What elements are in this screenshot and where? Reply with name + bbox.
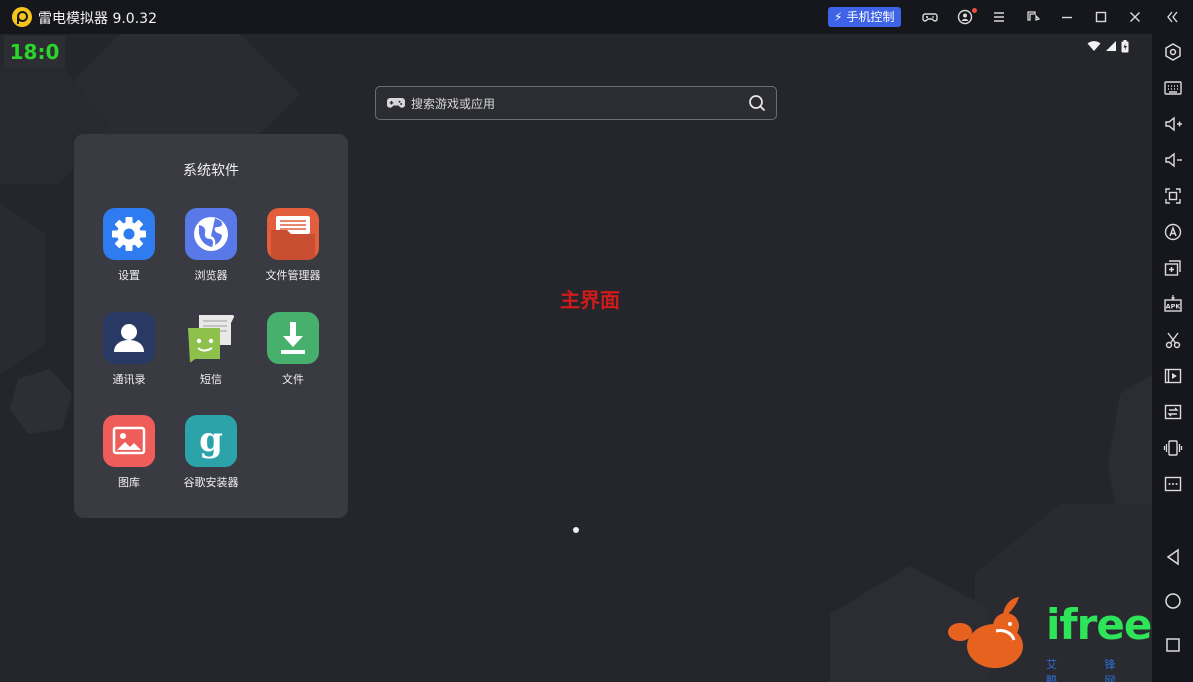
maximize-icon[interactable]: [1091, 7, 1111, 27]
app-settings[interactable]: 设置: [84, 208, 174, 298]
apk-install-icon[interactable]: APK: [1162, 293, 1184, 315]
search-input[interactable]: [411, 94, 731, 114]
gamepad-icon[interactable]: [920, 7, 940, 27]
volume-down-icon[interactable]: [1162, 149, 1184, 171]
app-label: 通讯录: [112, 373, 146, 386]
svg-text:APK: APK: [1166, 303, 1182, 311]
volume-up-icon[interactable]: [1162, 113, 1184, 135]
collapse-icon[interactable]: [1162, 7, 1182, 27]
app-file-manager[interactable]: 文件管理器: [248, 208, 338, 298]
battery-icon: [1121, 40, 1129, 53]
home-icon[interactable]: [1162, 590, 1184, 612]
app-label: 文件: [282, 373, 304, 386]
phone-control-button[interactable]: ⚡ 手机控制: [828, 7, 902, 27]
app-browser[interactable]: 浏览器: [166, 208, 256, 298]
app-label: 谷歌安装器: [183, 476, 239, 489]
recent-apps-icon[interactable]: [1162, 634, 1184, 656]
sync-icon[interactable]: [1162, 401, 1184, 423]
download-icon: [267, 312, 319, 364]
folder-title: 系统软件: [183, 163, 239, 179]
record-icon[interactable]: [1162, 365, 1184, 387]
screenshot-icon[interactable]: [1162, 185, 1184, 207]
app-logo-icon: [12, 7, 32, 27]
annotation-label: 主界面: [560, 288, 620, 312]
app-label: 文件管理器: [265, 269, 321, 282]
scissors-icon[interactable]: [1162, 329, 1184, 351]
more-icon[interactable]: [1162, 473, 1184, 495]
menu-icon[interactable]: [989, 7, 1009, 27]
wifi-icon: [1087, 41, 1101, 51]
contact-icon: [103, 312, 155, 364]
restore-icon[interactable]: [1023, 7, 1043, 27]
message-icon: [185, 312, 237, 364]
keyboard-icon[interactable]: [1162, 77, 1184, 99]
minimize-icon[interactable]: [1057, 7, 1077, 27]
google-installer-icon: g: [185, 415, 237, 467]
app-gallery[interactable]: 图库: [84, 415, 174, 505]
title-bar: 雷电模拟器 9.0.32 ⚡ 手机控制: [0, 0, 1193, 34]
emulator-screen[interactable]: 18:0 系统软件 设置 浏览器: [0, 34, 1152, 682]
gallery-icon: [103, 415, 155, 467]
app-contacts[interactable]: 通讯录: [84, 312, 174, 402]
app-title: 雷电模拟器 9.0.32: [38, 11, 157, 27]
svg-text:g: g: [199, 420, 223, 460]
search-bar[interactable]: [375, 86, 777, 120]
app-label: 设置: [118, 269, 140, 282]
app-folder: 系统软件 设置 浏览器 文件管理器 通讯录 短信 文件 图库 g 谷歌安装器: [74, 134, 348, 518]
close-icon[interactable]: [1125, 7, 1145, 27]
app-google-installer[interactable]: g 谷歌安装器: [166, 415, 256, 505]
status-clock: 18:0: [4, 36, 65, 68]
app-label: 浏览器: [194, 269, 228, 282]
settings-hex-icon[interactable]: [1162, 41, 1184, 63]
notification-dot: [972, 8, 977, 13]
right-toolbar: APK: [1152, 34, 1193, 682]
folder-icon: [267, 208, 319, 260]
multi-instance-icon[interactable]: [1162, 257, 1184, 279]
app-label: 短信: [200, 373, 222, 386]
page-indicator: [573, 527, 579, 533]
globe-icon: [185, 208, 237, 260]
settings-icon: [103, 208, 155, 260]
lightning-icon: ⚡: [834, 10, 843, 24]
status-icons: [1087, 40, 1129, 53]
app-label: 图库: [118, 476, 140, 489]
app-messages[interactable]: 短信: [166, 312, 256, 402]
gamepad-icon: [387, 98, 405, 108]
app-files[interactable]: 文件: [248, 312, 338, 402]
emulator-window: 雷电模拟器 9.0.32 ⚡ 手机控制 18:0 搜索游戏或应用 系统软件 设置…: [0, 0, 1193, 682]
shake-icon[interactable]: [1162, 437, 1184, 459]
search-icon[interactable]: [748, 94, 766, 112]
auto-click-icon[interactable]: [1162, 221, 1184, 243]
signal-icon: [1106, 41, 1116, 51]
back-icon[interactable]: [1162, 546, 1184, 568]
phone-control-label: 手机控制: [846, 10, 895, 24]
